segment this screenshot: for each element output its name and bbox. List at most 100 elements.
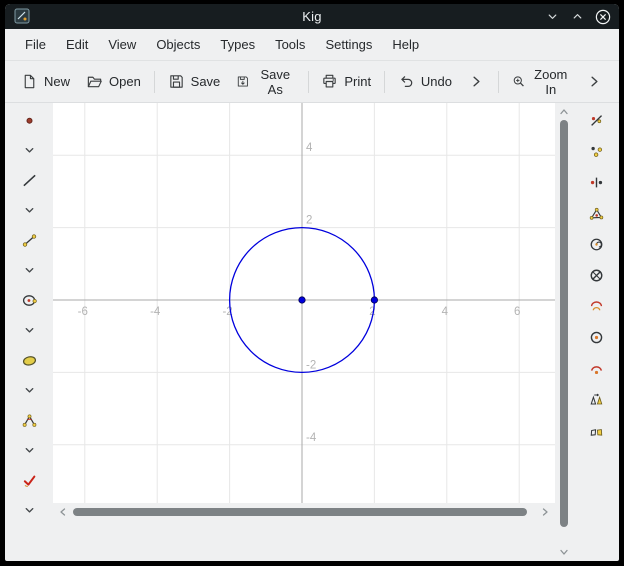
svg-text:4: 4 bbox=[306, 142, 313, 154]
reflect-triangle-tool-button[interactable] bbox=[582, 386, 610, 412]
save-as-icon bbox=[236, 73, 250, 90]
svg-text:-4: -4 bbox=[150, 306, 161, 318]
constructions-toolbar bbox=[573, 103, 619, 561]
chevron-down-icon bbox=[23, 384, 36, 397]
arc-tool-button[interactable] bbox=[582, 293, 610, 319]
svg-text:2: 2 bbox=[306, 215, 312, 227]
statusbar-area bbox=[53, 521, 555, 561]
menu-types[interactable]: Types bbox=[210, 33, 265, 56]
menu-view[interactable]: View bbox=[98, 33, 146, 56]
perpendicular-line-tool-button[interactable] bbox=[582, 107, 610, 133]
angle-menu-expander[interactable] bbox=[15, 437, 43, 463]
main-area: -6-4-224642-2-4 bbox=[5, 103, 619, 561]
vertical-scroll-thumb[interactable] bbox=[560, 120, 568, 527]
horizontal-scroll-thumb[interactable] bbox=[73, 508, 527, 516]
main-toolbar: New Open Save Save As Print Undo bbox=[5, 61, 619, 103]
chevron-down-icon bbox=[23, 444, 36, 457]
toolbar-separator bbox=[384, 71, 385, 93]
scroll-down-button[interactable] bbox=[557, 545, 571, 559]
save-as-button-label: Save As bbox=[256, 67, 295, 97]
minimize-button[interactable] bbox=[544, 8, 561, 25]
transform-polygon-tool-button[interactable] bbox=[582, 417, 610, 443]
svg-text:-2: -2 bbox=[306, 359, 316, 371]
angle-tool-button[interactable] bbox=[15, 407, 43, 433]
new-button[interactable]: New bbox=[13, 68, 78, 95]
new-button-label: New bbox=[44, 74, 70, 89]
minimize-icon bbox=[545, 9, 560, 24]
locus-tool-button[interactable] bbox=[582, 355, 610, 381]
undo-button[interactable]: Undo bbox=[390, 68, 460, 95]
spiral-circle-icon bbox=[589, 237, 604, 252]
canvas-drawing[interactable]: -6-4-224642-2-4 bbox=[53, 103, 555, 503]
menu-tools[interactable]: Tools bbox=[265, 33, 315, 56]
point-tool-button[interactable] bbox=[15, 107, 43, 133]
toolbar-separator bbox=[308, 71, 309, 93]
svg-text:-4: -4 bbox=[306, 432, 317, 444]
arcs-icon bbox=[589, 299, 604, 314]
svg-text:-6: -6 bbox=[78, 306, 88, 318]
geometry-canvas[interactable]: -6-4-224642-2-4 bbox=[53, 103, 555, 503]
segment-icon bbox=[22, 233, 37, 248]
menu-edit[interactable]: Edit bbox=[56, 33, 98, 56]
segment-tool-button[interactable] bbox=[15, 227, 43, 253]
conic-menu-expander[interactable] bbox=[15, 377, 43, 403]
segment-menu-expander[interactable] bbox=[15, 257, 43, 283]
conic-icon bbox=[22, 353, 37, 368]
horizontal-scrollbar[interactable] bbox=[53, 503, 555, 521]
line-icon bbox=[22, 173, 37, 188]
menu-settings[interactable]: Settings bbox=[315, 33, 382, 56]
circle-construction-tool-button[interactable] bbox=[582, 324, 610, 350]
test-tool-button[interactable] bbox=[15, 467, 43, 493]
crossed-circle-icon bbox=[589, 268, 604, 283]
conic-tool-button[interactable] bbox=[15, 347, 43, 373]
circle-menu-expander[interactable] bbox=[15, 317, 43, 343]
reflect-triangles-icon bbox=[589, 392, 604, 407]
point-icon bbox=[22, 113, 37, 128]
perpendicular-line-icon bbox=[589, 113, 604, 128]
menu-file[interactable]: File bbox=[15, 33, 56, 56]
save-button[interactable]: Save bbox=[160, 68, 229, 95]
toolbar-expander-button[interactable] bbox=[460, 68, 493, 95]
svg-text:6: 6 bbox=[514, 306, 520, 318]
open-folder-icon bbox=[86, 73, 103, 90]
menu-help[interactable]: Help bbox=[382, 33, 429, 56]
zoom-in-button[interactable]: Zoom In bbox=[504, 62, 578, 102]
toolbar-separator bbox=[498, 71, 499, 93]
vertical-scroll-track[interactable] bbox=[557, 119, 571, 545]
toolbar-overflow-button[interactable] bbox=[578, 68, 611, 95]
objects-toolbar bbox=[5, 103, 53, 561]
titlebar[interactable]: Kig bbox=[5, 4, 619, 29]
test-check-icon bbox=[22, 473, 37, 488]
undo-icon bbox=[398, 73, 415, 90]
maximize-button[interactable] bbox=[569, 8, 586, 25]
line-menu-expander[interactable] bbox=[15, 197, 43, 223]
chevron-down-icon bbox=[23, 324, 36, 337]
save-as-button[interactable]: Save As bbox=[228, 62, 302, 102]
open-button[interactable]: Open bbox=[78, 68, 149, 95]
test-menu-expander[interactable] bbox=[15, 497, 43, 523]
point-menu-expander[interactable] bbox=[15, 137, 43, 163]
triangle-tool-button[interactable] bbox=[582, 200, 610, 226]
midpoint-tool-button[interactable] bbox=[582, 169, 610, 195]
print-button[interactable]: Print bbox=[313, 68, 379, 95]
scroll-right-button[interactable] bbox=[538, 505, 552, 519]
horizontal-scroll-track[interactable] bbox=[70, 505, 538, 519]
svg-text:4: 4 bbox=[442, 306, 449, 318]
print-icon bbox=[321, 73, 338, 90]
hide-object-tool-button[interactable] bbox=[582, 262, 610, 288]
open-button-label: Open bbox=[109, 74, 141, 89]
chevron-left-icon bbox=[57, 506, 69, 518]
line-tool-button[interactable] bbox=[15, 167, 43, 193]
point-construction-tool-button[interactable] bbox=[582, 138, 610, 164]
vertical-scrollbar[interactable] bbox=[555, 103, 573, 561]
circle-tool-button[interactable] bbox=[15, 287, 43, 313]
conic-arc-tool-button[interactable] bbox=[582, 231, 610, 257]
scroll-left-button[interactable] bbox=[56, 505, 70, 519]
circle-center-icon bbox=[589, 330, 604, 345]
menu-objects[interactable]: Objects bbox=[146, 33, 210, 56]
close-button[interactable] bbox=[594, 8, 611, 25]
chevron-right-icon bbox=[539, 506, 551, 518]
scroll-up-button[interactable] bbox=[557, 105, 571, 119]
undo-button-label: Undo bbox=[421, 74, 452, 89]
chevron-down-icon bbox=[23, 204, 36, 217]
